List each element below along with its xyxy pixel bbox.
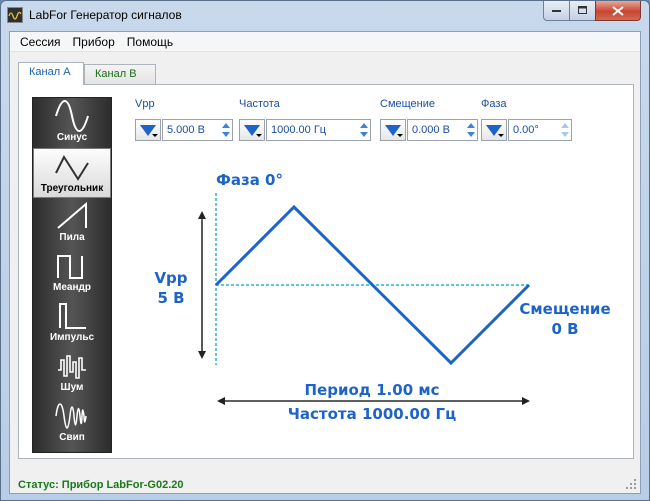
app-logo-icon [7, 7, 23, 23]
waveform-diagram: Фаза 0° Vpp 5 В Смещение 0 В Период 1.00… [154, 171, 610, 423]
status-bar-text: Статус: Прибор LabFor-G02.20 [18, 479, 184, 491]
frequency-annotation: Частота 1000.00 Гц [288, 405, 456, 423]
close-button[interactable] [595, 1, 641, 21]
menu-bar: Сессия Прибор Помощь [10, 32, 640, 52]
close-icon [612, 5, 624, 16]
minimize-button[interactable] [543, 1, 570, 21]
period-annotation: Период 1.00 мс [305, 381, 440, 399]
window-title: LabFor Генератор сигналов [29, 8, 182, 22]
offset-annotation: Смещение [519, 300, 610, 318]
maximize-button[interactable] [569, 1, 596, 21]
client-area: Сессия Прибор Помощь Канал A Канал B Син… [9, 31, 641, 494]
resize-grip-icon[interactable] [626, 479, 636, 489]
phase-annotation: Фаза 0° [216, 171, 283, 189]
title-bar: LabFor Генератор сигналов [1, 1, 649, 31]
app-window: LabFor Генератор сигналов Сессия Прибор … [0, 0, 650, 501]
vpp-value-annotation: 5 В [157, 289, 184, 307]
tab-channel-b[interactable]: Канал B [84, 64, 156, 84]
menu-device[interactable]: Прибор [67, 35, 121, 49]
offset-value-annotation: 0 В [551, 320, 578, 338]
vpp-annotation: Vpp [154, 269, 187, 287]
channel-panel: Синус Треугольник Пила Меандр Импульс Шу… [18, 84, 634, 459]
tab-channel-a[interactable]: Канал A [18, 62, 84, 85]
menu-help[interactable]: Помощь [121, 35, 179, 49]
menu-session[interactable]: Сессия [14, 35, 67, 49]
